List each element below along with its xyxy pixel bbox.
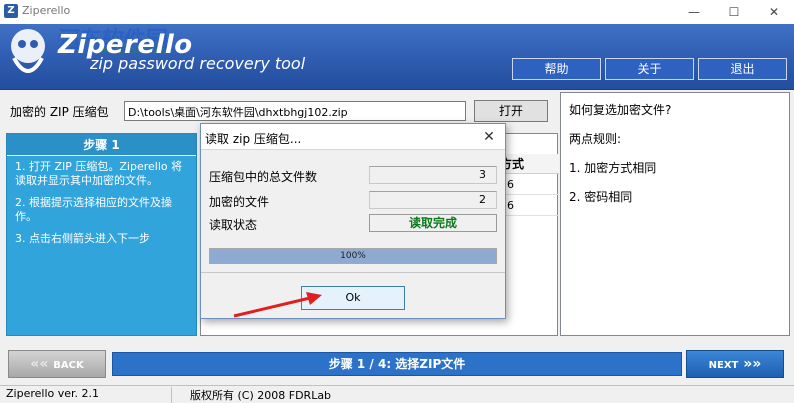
dialog-separator [201,272,505,273]
maximize-button[interactable]: ☐ [714,0,754,24]
step-item: 2. 根据提示选择相应的文件及操作。 [15,196,172,223]
step-progress-banner: 步骤 1 / 4: 选择ZIP文件 [112,352,682,376]
back-arrows-icon: «« [30,356,54,372]
info-panel: 如何复选加密文件? 两点规则: 1. 加密方式相同 2. 密码相同 [560,92,790,336]
minimize-button[interactable]: — [674,0,714,24]
next-label: NEXT [708,360,739,371]
close-button[interactable]: ✕ [754,0,794,24]
step-panel: 步骤 1 1. 打开 ZIP 压缩包。Ziperello 将读取并显示其中加密的… [6,133,197,336]
info-line: 两点规则: [569,132,622,146]
logo-icon [11,29,45,73]
dialog-title: 读取 zip 压缩包... [205,132,302,146]
navigation-bar: «« BACK 步骤 1 / 4: 选择ZIP文件 NEXT »» [0,344,794,382]
step-instructions: 1. 打开 ZIP 压缩包。Ziperello 将读取并显示其中加密的文件。 2… [7,156,196,258]
read-status-label: 读取状态 [209,218,258,232]
progress-text: 100% [340,251,366,261]
window-titlebar: Z Ziperello — ☐ ✕ [0,0,794,24]
progress-bar: 100% [209,248,497,264]
info-line: 1. 加密方式相同 [569,161,657,175]
dialog-close-button[interactable]: ✕ [477,126,501,148]
dialog-titlebar: 读取 zip 压缩包... ✕ [201,124,505,150]
next-button[interactable]: NEXT »» [686,350,784,378]
step-item: 3. 点击右侧箭头进入下一步 [15,232,150,245]
total-files-value: 3 [369,166,497,184]
file-label: 加密的 ZIP 压缩包 [10,105,109,119]
open-button[interactable]: 打开 [474,100,548,122]
encrypted-files-value: 2 [369,191,497,209]
step-title: 步骤 1 [7,134,196,156]
read-status-value: 读取完成 [369,214,497,232]
copyright-text: 版权所有 (C) 2008 FDRLab [190,389,332,402]
back-label: BACK [53,360,84,371]
header-banner: 河东软件园 www.pc0359.cn Ziperello zip passwo… [0,24,794,90]
app-tagline: zip password recovery tool [90,54,306,73]
back-button[interactable]: «« BACK [8,350,106,378]
info-line: 2. 密码相同 [569,190,633,204]
window-title: Ziperello [22,4,71,17]
about-button[interactable]: 关于 [605,58,694,80]
exit-button[interactable]: 退出 [698,58,787,80]
total-files-label: 压缩包中的总文件数 [209,170,318,184]
file-path-field[interactable]: D:\tools\桌面\河东软件园\dhxtbhgj102.zip [124,101,466,121]
encrypted-files-label: 加密的文件 [209,195,270,209]
status-bar: Ziperello ver. 2.1 版权所有 (C) 2008 FDRLab [0,385,794,403]
help-button[interactable]: 帮助 [512,58,601,80]
info-line: 如何复选加密文件? [569,103,672,117]
red-arrow-icon [233,292,322,318]
step-item: 1. 打开 ZIP 压缩包。Ziperello 将读取并显示其中加密的文件。 [15,160,183,187]
next-arrows-icon: »» [738,356,762,372]
app-icon: Z [4,4,18,18]
version-text: Ziperello ver. 2.1 [4,387,172,403]
